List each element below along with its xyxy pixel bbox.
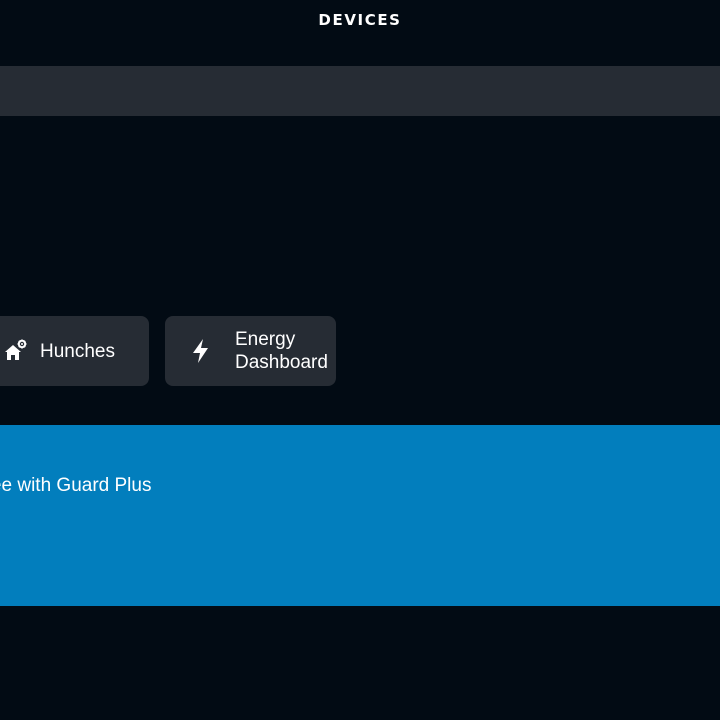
devices-screen: DEVICES Hunches Energy Dashboard -free w… xyxy=(0,0,720,720)
page-title: DEVICES xyxy=(318,11,402,29)
search-bar[interactable] xyxy=(0,66,720,116)
hunches-label: Hunches xyxy=(40,340,115,362)
energy-dashboard-label: Energy Dashboard xyxy=(235,329,328,373)
home-gear-icon xyxy=(4,339,28,363)
lightning-bolt-icon xyxy=(189,339,213,363)
guard-plus-banner[interactable] xyxy=(0,425,720,606)
hunches-button[interactable]: Hunches xyxy=(0,316,149,386)
guard-plus-banner-text: -free with Guard Plus xyxy=(0,475,152,496)
energy-dashboard-button[interactable]: Energy Dashboard xyxy=(165,316,336,386)
